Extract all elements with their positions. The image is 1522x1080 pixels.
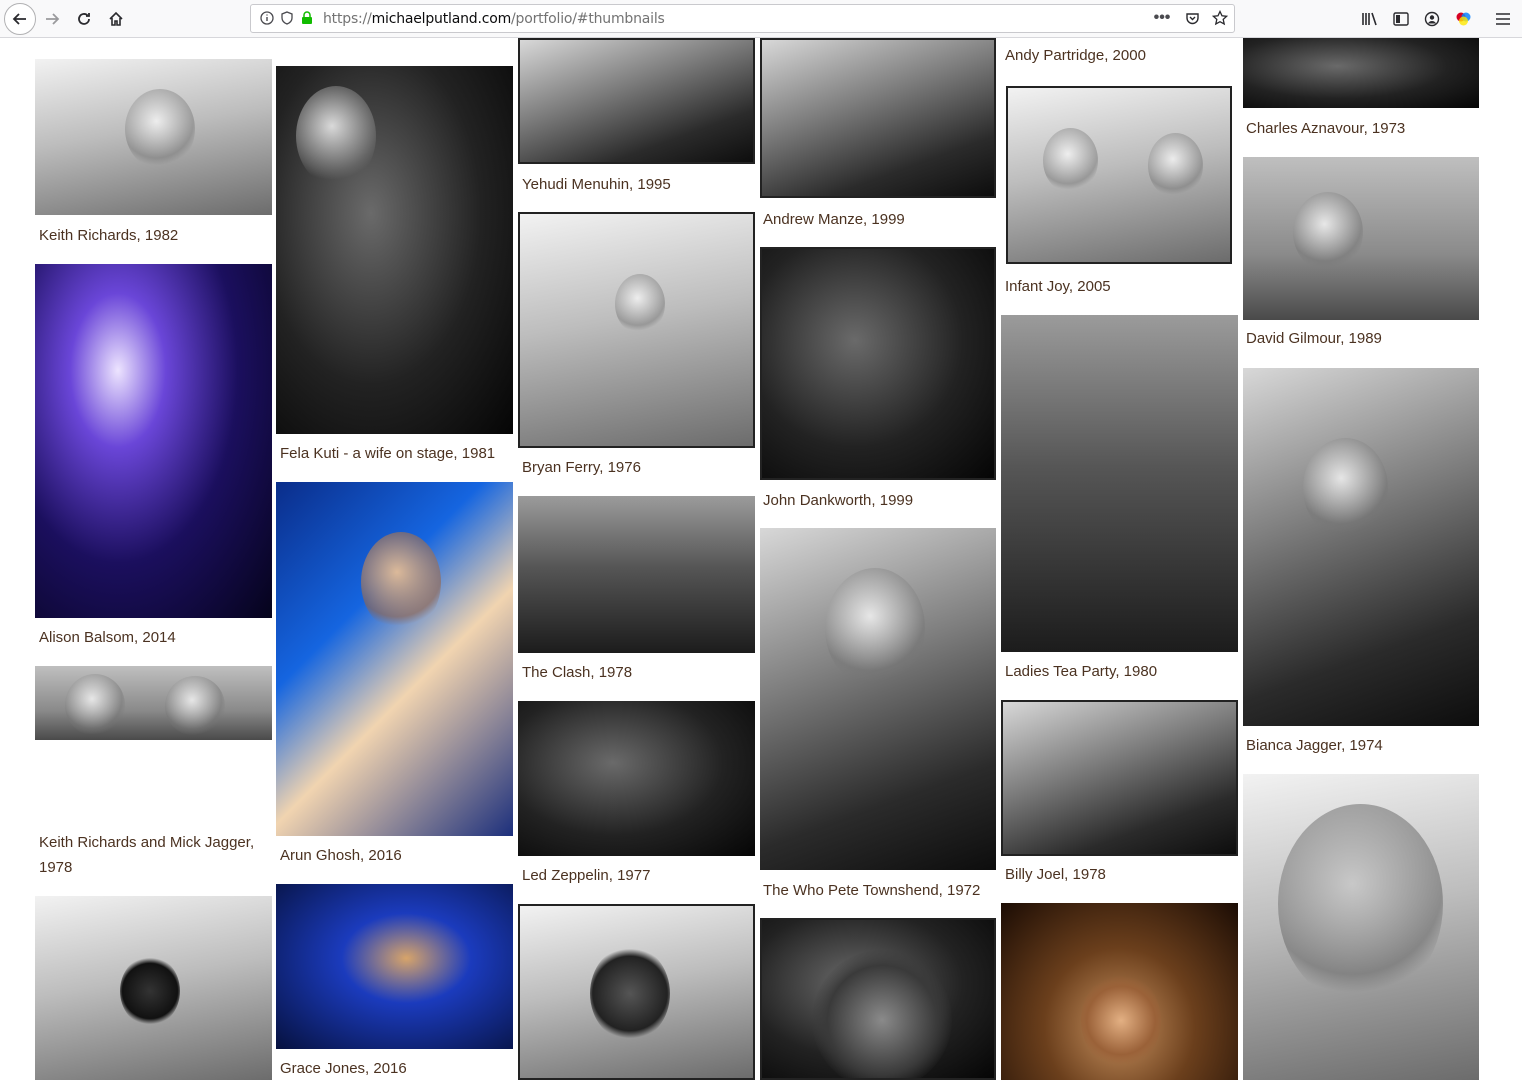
- extensions-icon[interactable]: [1450, 5, 1478, 33]
- tracking-shield-icon[interactable]: [279, 10, 295, 26]
- url-prefix: https://: [323, 11, 372, 27]
- photo-bianca-jagger[interactable]: [1243, 368, 1479, 726]
- caption-fela-kuti[interactable]: Fela Kuti - a wife on stage, 1981: [280, 441, 495, 466]
- caption-keith-richards-1982[interactable]: Keith Richards, 1982: [39, 223, 178, 248]
- photo-led-zeppelin[interactable]: [518, 701, 755, 856]
- photo-pete-townshend[interactable]: [760, 528, 996, 870]
- info-icon[interactable]: [259, 10, 275, 26]
- photo-david-gilmour[interactable]: [1243, 157, 1479, 320]
- caption-keith-mick-line1[interactable]: Keith Richards and Mick Jagger,: [39, 830, 254, 855]
- menu-icon[interactable]: [1489, 5, 1517, 33]
- photo-warm-portrait[interactable]: [1001, 903, 1238, 1080]
- caption-alison-balsom[interactable]: Alison Balsom, 2014: [39, 625, 176, 650]
- lock-icon[interactable]: [299, 10, 315, 26]
- browser-toolbar: https://michaelputland.com/portfolio/#th…: [0, 0, 1522, 38]
- thumbnail-gallery: Keith Richards, 1982 Alison Balsom, 2014…: [0, 38, 1522, 1080]
- caption-ladies-tea-party[interactable]: Ladies Tea Party, 1980: [1005, 659, 1157, 684]
- photo-woman-portrait[interactable]: [518, 904, 755, 1080]
- photo-arun-ghosh[interactable]: [276, 482, 513, 836]
- caption-yehudi-menuhin[interactable]: Yehudi Menuhin, 1995: [522, 172, 671, 197]
- photo-charles-aznavour[interactable]: [1243, 38, 1479, 108]
- caption-billy-joel[interactable]: Billy Joel, 1978: [1005, 862, 1106, 887]
- library-icon[interactable]: [1356, 5, 1384, 33]
- caption-grace-jones[interactable]: Grace Jones, 2016: [280, 1056, 407, 1080]
- url-host: michaelputland.com: [371, 11, 512, 27]
- photo-keith-richards-1982[interactable]: [35, 59, 272, 215]
- caption-the-clash[interactable]: The Clash, 1978: [522, 660, 632, 685]
- caption-pete-townshend[interactable]: The Who Pete Townshend, 1972: [763, 878, 980, 903]
- photo-alison-balsom[interactable]: [35, 264, 272, 618]
- photo-yehudi-menuhin[interactable]: [518, 38, 755, 164]
- url-bar[interactable]: https://michaelputland.com/portfolio/#th…: [250, 4, 1235, 33]
- photo-bearded-man[interactable]: [1243, 774, 1479, 1080]
- caption-led-zeppelin[interactable]: Led Zeppelin, 1977: [522, 863, 650, 888]
- url-path: /portfolio/#thumbnails: [511, 11, 665, 27]
- photo-wayne-shorter[interactable]: [760, 918, 996, 1080]
- home-icon[interactable]: [102, 5, 130, 33]
- photo-keith-mick[interactable]: [35, 666, 272, 740]
- photo-grace-jones[interactable]: [276, 884, 513, 1049]
- photo-billy-joel[interactable]: [1001, 700, 1238, 856]
- photo-john-dankworth[interactable]: [760, 247, 996, 480]
- pocket-icon[interactable]: [1184, 10, 1200, 26]
- more-icon[interactable]: •••: [1154, 9, 1171, 26]
- photo-the-clash[interactable]: [518, 496, 755, 653]
- url-text[interactable]: https://michaelputland.com/portfolio/#th…: [323, 11, 665, 27]
- caption-arun-ghosh[interactable]: Arun Ghosh, 2016: [280, 843, 402, 868]
- caption-john-dankworth[interactable]: John Dankworth, 1999: [763, 488, 913, 513]
- caption-keith-mick-line2[interactable]: 1978: [39, 855, 72, 880]
- photo-ladies-tea-party[interactable]: [1001, 315, 1238, 652]
- caption-andrew-manze[interactable]: Andrew Manze, 1999: [763, 207, 905, 232]
- caption-bryan-ferry[interactable]: Bryan Ferry, 1976: [522, 455, 641, 480]
- caption-david-gilmour[interactable]: David Gilmour, 1989: [1246, 326, 1382, 351]
- photo-andrew-manze[interactable]: [760, 38, 996, 198]
- forward-arrow-icon[interactable]: [38, 5, 66, 33]
- photo-fela-kuti[interactable]: [276, 66, 513, 434]
- reload-icon[interactable]: [70, 5, 98, 33]
- account-icon[interactable]: [1418, 5, 1446, 33]
- photo-bryan-ferry[interactable]: [518, 212, 755, 448]
- caption-infant-joy[interactable]: Infant Joy, 2005: [1005, 274, 1111, 299]
- sidebar-icon[interactable]: [1387, 5, 1415, 33]
- bookmark-star-icon[interactable]: [1212, 10, 1228, 26]
- photo-woman-hat[interactable]: [35, 896, 272, 1080]
- caption-charles-aznavour[interactable]: Charles Aznavour, 1973: [1246, 116, 1405, 141]
- photo-infant-joy[interactable]: [1006, 86, 1232, 264]
- caption-bianca-jagger[interactable]: Bianca Jagger, 1974: [1246, 733, 1383, 758]
- back-arrow-icon[interactable]: [4, 3, 36, 35]
- caption-andy-partridge[interactable]: Andy Partridge, 2000: [1005, 43, 1146, 68]
